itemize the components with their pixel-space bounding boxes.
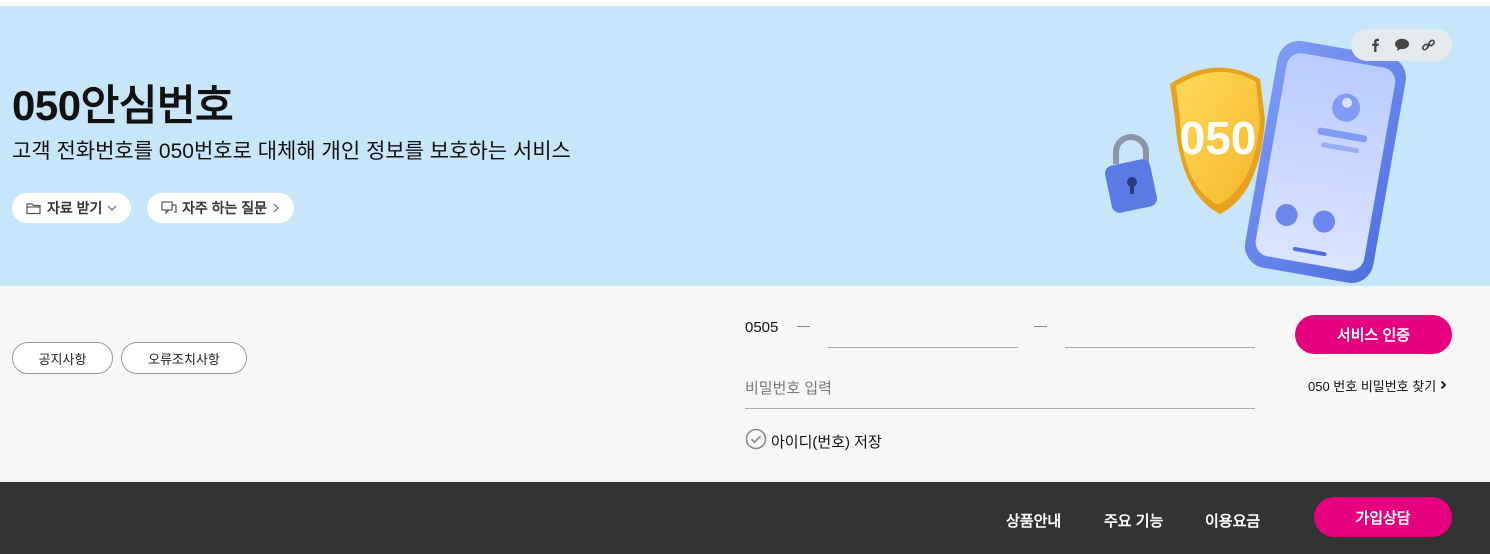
download-button[interactable]: 자료 받기 xyxy=(12,193,132,223)
page-subtitle: 고객 전화번호를 050번호로 대체해 개인 정보를 보호하는 서비스 xyxy=(12,140,571,163)
number-prefix: 0505 xyxy=(745,319,779,336)
bottom-nav-bar: 상품안내 주요 기능 이용요금 가입상담 xyxy=(0,482,1490,554)
login-panel: 공지사항 오류조치사항 0505 아이디(번호) 저장 서비스 인증 050 번… xyxy=(0,286,1490,482)
chat-bubble-icon[interactable] xyxy=(1392,35,1412,55)
nav-pricing[interactable]: 이용요금 xyxy=(1205,510,1260,531)
download-label: 자료 받기 xyxy=(47,200,103,216)
service-auth-button[interactable]: 서비스 인증 xyxy=(1295,315,1452,354)
nav-main-features[interactable]: 주요 기능 xyxy=(1104,510,1163,531)
chevron-down-icon xyxy=(107,204,117,212)
number-middle-input[interactable] xyxy=(828,310,1018,348)
chat-question-icon xyxy=(161,201,177,215)
error-guide-button[interactable]: 오류조치사항 xyxy=(121,342,247,374)
number-last-input[interactable] xyxy=(1065,310,1255,348)
faq-button[interactable]: 자주 하는 질문 xyxy=(147,193,295,223)
faq-label: 자주 하는 질문 xyxy=(182,200,268,216)
separator-dash xyxy=(797,326,810,327)
find-password-link[interactable]: 050 번호 비밀번호 찾기 xyxy=(1308,376,1447,395)
password-input[interactable] xyxy=(745,368,1255,409)
secure-phone-illustration: 050 xyxy=(1105,40,1406,283)
page-title: 050안심번호 xyxy=(12,82,234,129)
shield-badge-text: 050 xyxy=(1180,112,1257,164)
hero-banner: 050안심번호 고객 전화번호를 050번호로 대체해 개인 정보를 보호하는 … xyxy=(0,6,1490,286)
separator-dash xyxy=(1034,326,1047,327)
save-id-checkbox[interactable]: 아이디(번호) 저장 xyxy=(745,428,882,454)
link-icon[interactable] xyxy=(1419,35,1439,55)
join-consult-button[interactable]: 가입상담 xyxy=(1314,497,1452,537)
chevron-right-icon xyxy=(272,203,280,213)
facebook-icon[interactable] xyxy=(1365,35,1385,55)
nav-product-info[interactable]: 상품안내 xyxy=(1006,510,1061,531)
chevron-right-icon xyxy=(1440,378,1447,393)
find-password-label: 050 번호 비밀번호 찾기 xyxy=(1308,379,1437,394)
notice-button[interactable]: 공지사항 xyxy=(12,342,113,374)
share-bar xyxy=(1351,29,1452,61)
folder-icon xyxy=(26,202,42,215)
save-id-label: 아이디(번호) 저장 xyxy=(771,433,882,451)
check-circle-icon xyxy=(745,428,767,454)
